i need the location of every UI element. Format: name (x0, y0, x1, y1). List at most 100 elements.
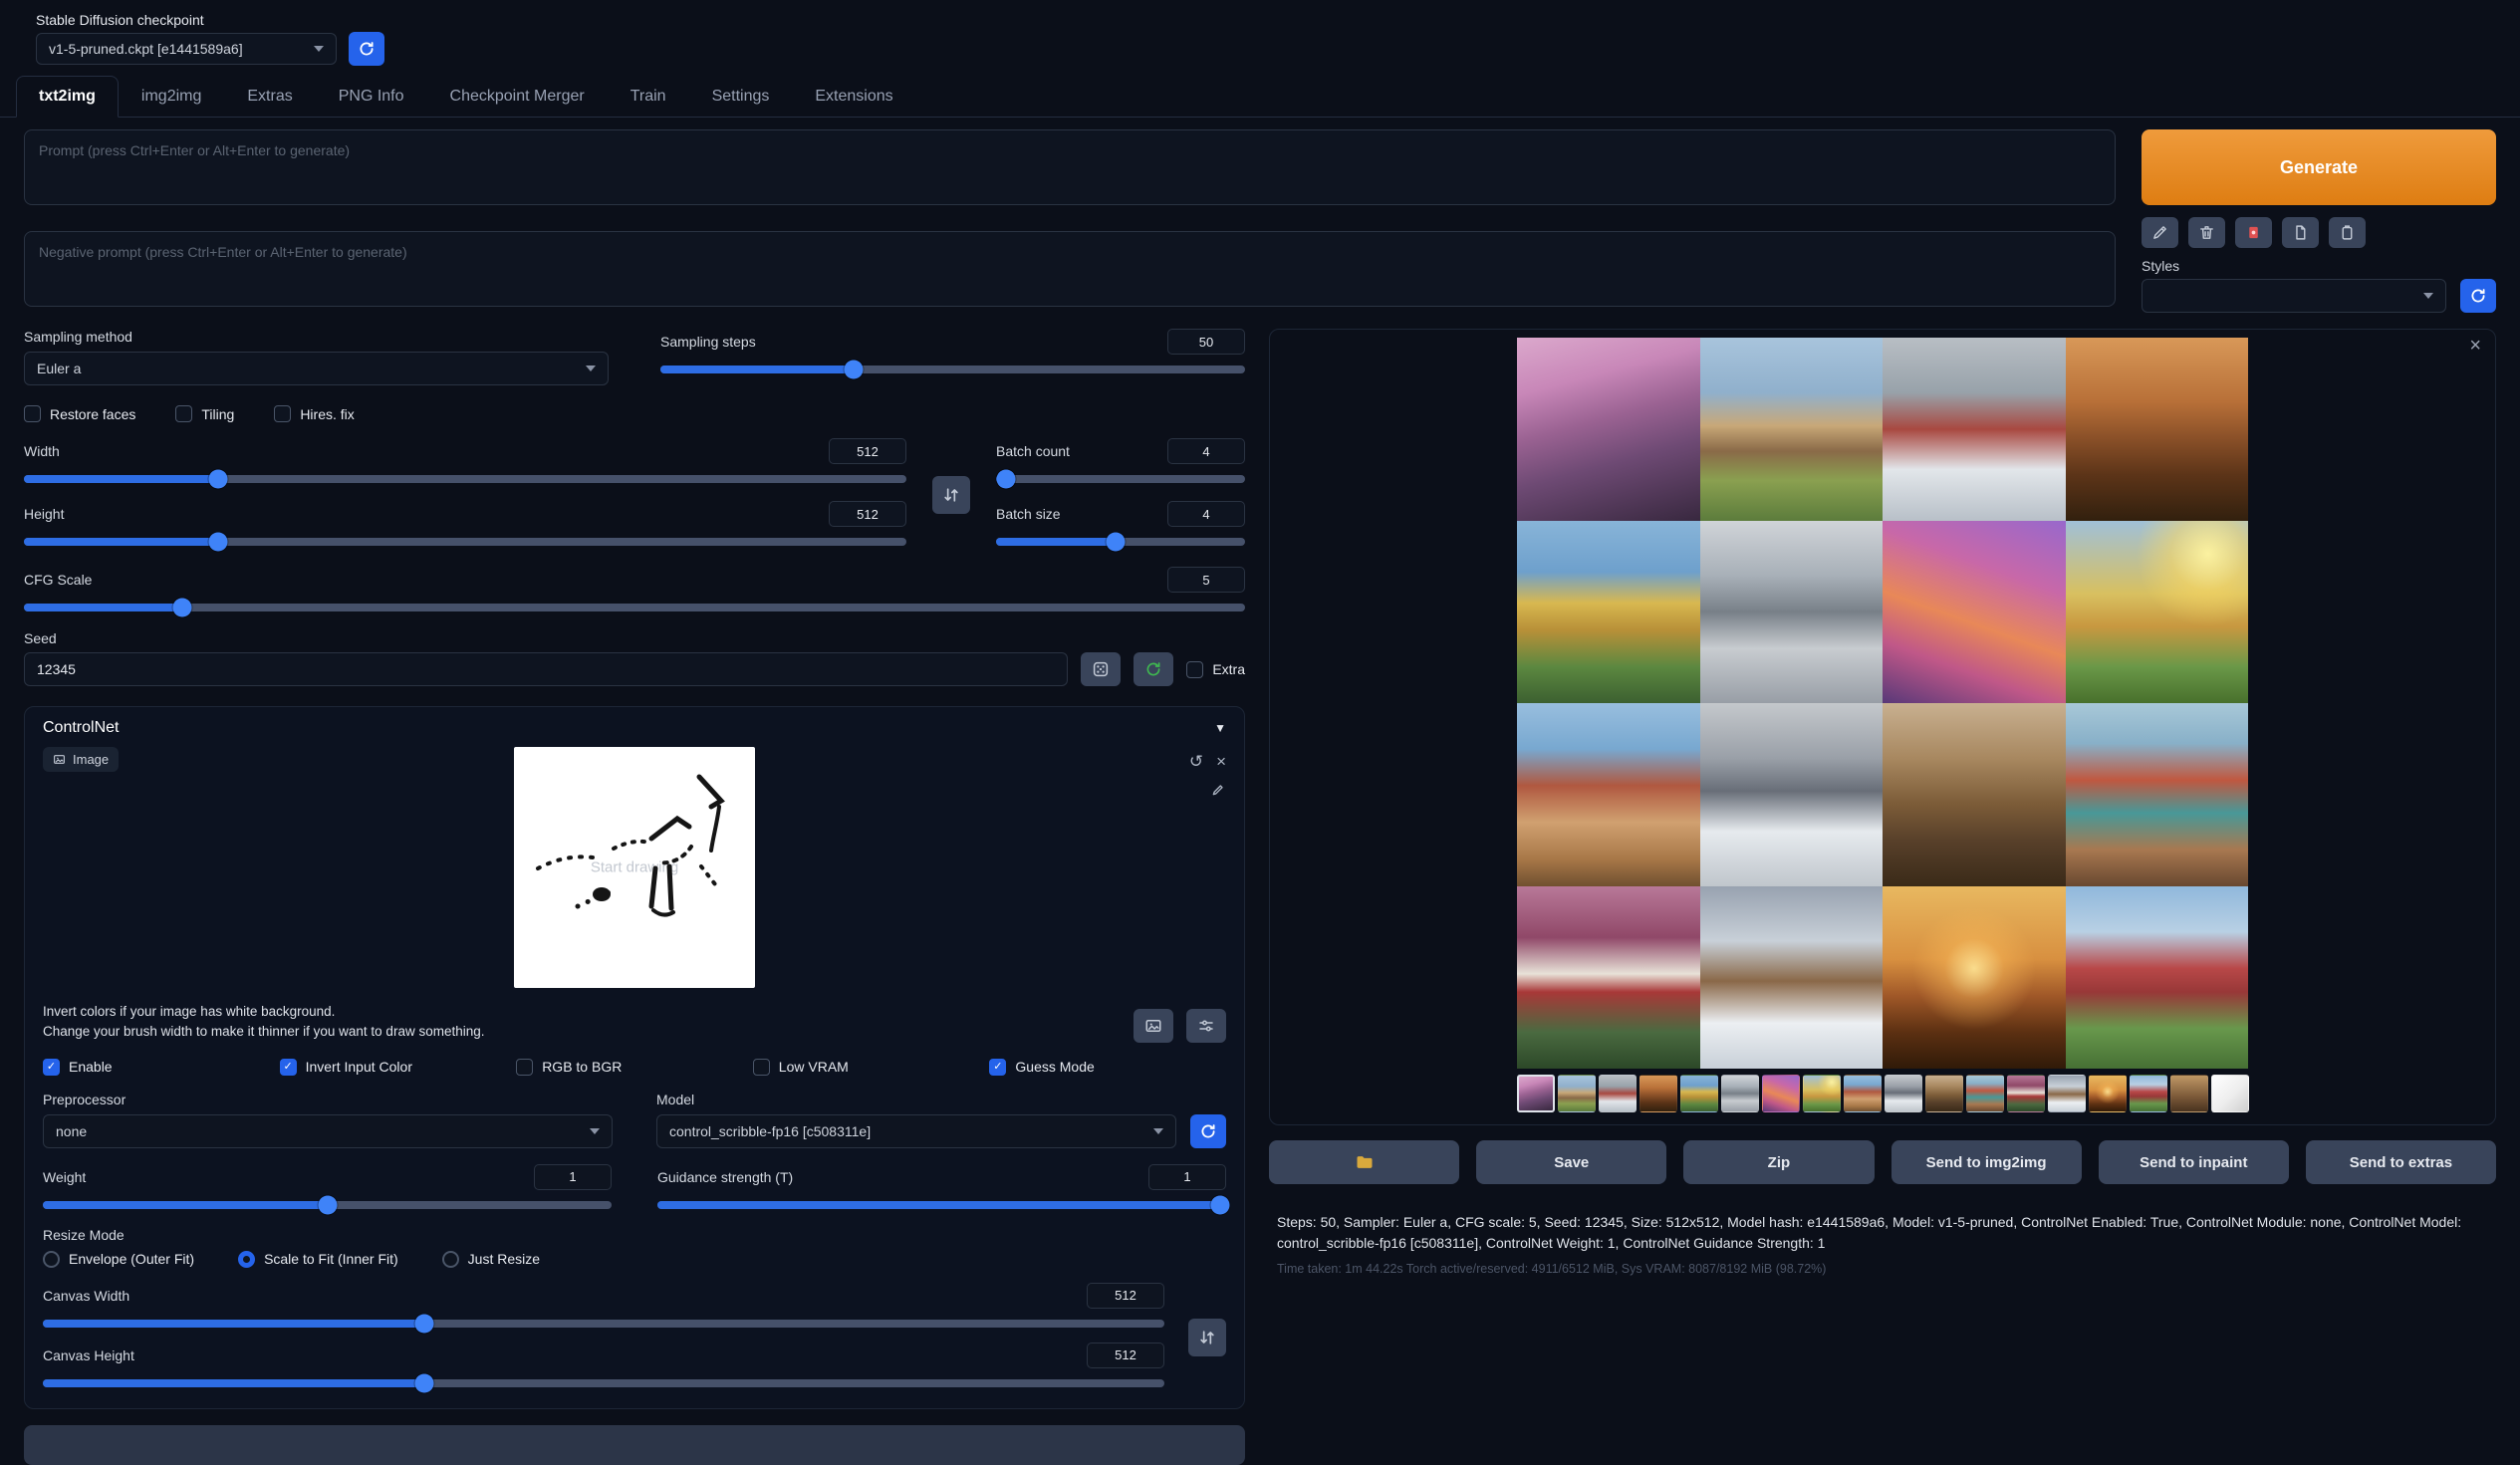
slider-handle[interactable] (208, 470, 227, 489)
negative-prompt-input[interactable] (24, 231, 2116, 307)
gallery-thumbnail[interactable] (1803, 1075, 1841, 1112)
sampling-steps-value[interactable]: 50 (1167, 329, 1245, 355)
gallery-image[interactable] (1517, 338, 1700, 521)
gallery-image[interactable] (1700, 338, 1884, 521)
slider-handle[interactable] (997, 470, 1016, 489)
guess-mode-checkbox[interactable]: ✓ Guess Mode (989, 1059, 1226, 1076)
swap-width-height-button[interactable] (932, 476, 970, 514)
gallery-thumbnail[interactable] (1966, 1075, 2004, 1112)
batch-count-slider[interactable] (996, 470, 1245, 488)
gallery-image[interactable] (1700, 886, 1884, 1070)
width-slider[interactable] (24, 470, 906, 488)
gallery-image[interactable] (1883, 703, 2066, 886)
refresh-checkpoint-button[interactable] (349, 32, 384, 66)
tab-img2img[interactable]: img2img (119, 76, 224, 118)
brush-icon[interactable] (1210, 782, 1226, 798)
checkpoint-dropdown[interactable]: v1-5-pruned.ckpt [e1441589a6] (36, 33, 337, 65)
slider-handle[interactable] (844, 361, 863, 379)
sampling-steps-slider[interactable] (660, 361, 1245, 378)
tab-extensions[interactable]: Extensions (792, 76, 915, 118)
brush-settings-button[interactable] (1186, 1009, 1226, 1043)
canvas-width-slider[interactable] (43, 1315, 1164, 1333)
gallery-image[interactable] (1883, 521, 2066, 704)
gallery-image[interactable] (1517, 521, 1700, 704)
gallery-thumbnail[interactable] (1599, 1075, 1637, 1112)
gallery-thumbnail[interactable] (1885, 1075, 1922, 1112)
gallery-thumbnail[interactable] (2007, 1075, 2045, 1112)
tab-txt2img[interactable]: txt2img (16, 76, 119, 118)
reuse-seed-button[interactable] (1134, 652, 1173, 686)
gallery-thumbnail[interactable] (1517, 1075, 1555, 1112)
extra-networks-button[interactable] (2235, 217, 2272, 248)
gallery-image[interactable] (1517, 703, 1700, 886)
generate-button[interactable]: Generate (2142, 129, 2496, 205)
gallery-thumbnail[interactable] (2130, 1075, 2167, 1112)
gallery-thumbnail[interactable] (1762, 1075, 1800, 1112)
gallery-thumbnail[interactable] (1925, 1075, 1963, 1112)
gallery-thumbnail[interactable] (2170, 1075, 2208, 1112)
styles-dropdown[interactable] (2142, 279, 2446, 313)
controlnet-image-tab[interactable]: Image (43, 747, 119, 772)
controlnet-header[interactable]: ControlNet ▼ (43, 719, 1226, 737)
gallery-thumbnail[interactable] (1844, 1075, 1882, 1112)
gallery-thumbnail[interactable] (1721, 1075, 1759, 1112)
gallery-image[interactable] (1883, 886, 2066, 1070)
refresh-models-button[interactable] (1190, 1114, 1226, 1148)
height-slider[interactable] (24, 533, 906, 551)
gallery-image[interactable] (1883, 338, 2066, 521)
gallery-thumbnail[interactable] (1639, 1075, 1677, 1112)
refresh-styles-button[interactable] (2460, 279, 2496, 313)
clear-prompt-button[interactable] (2188, 217, 2225, 248)
guidance-strength-slider[interactable] (657, 1196, 1226, 1214)
open-folder-button[interactable] (1269, 1140, 1459, 1184)
controlnet-sketch-canvas[interactable]: Start drawing (514, 747, 755, 988)
batch-count-value[interactable]: 4 (1167, 438, 1245, 464)
tab-train[interactable]: Train (608, 76, 689, 118)
extra-seed-checkbox[interactable]: Extra (1186, 661, 1245, 678)
gallery-image[interactable] (1700, 703, 1884, 886)
send-to-extras-button[interactable]: Send to extras (2306, 1140, 2496, 1184)
send-to-img2img-button[interactable]: Send to img2img (1891, 1140, 2082, 1184)
clear-canvas-icon[interactable]: × (1216, 753, 1226, 770)
canvas-height-value[interactable]: 512 (1087, 1343, 1164, 1368)
gallery-image[interactable] (1700, 521, 1884, 704)
slider-handle[interactable] (1211, 1195, 1230, 1214)
collapse-caret-icon[interactable]: ▼ (1214, 721, 1226, 735)
cfg-scale-value[interactable]: 5 (1167, 567, 1245, 593)
tiling-checkbox[interactable]: Tiling (175, 405, 234, 422)
gallery-image[interactable] (2066, 703, 2249, 886)
gallery-thumbnail[interactable] (1558, 1075, 1596, 1112)
gallery-image[interactable] (2066, 521, 2249, 704)
resize-mode-envelope-radio[interactable]: Envelope (Outer Fit) (43, 1251, 194, 1268)
batch-size-slider[interactable] (996, 533, 1245, 551)
resize-mode-just-resize-radio[interactable]: Just Resize (442, 1251, 540, 1268)
paste-params-button[interactable] (2142, 217, 2178, 248)
seed-input[interactable] (24, 652, 1068, 686)
slider-handle[interactable] (414, 1373, 433, 1392)
weight-slider[interactable] (43, 1196, 612, 1214)
gallery-thumbnail[interactable] (2048, 1075, 2086, 1112)
slider-handle[interactable] (1107, 533, 1126, 552)
upload-image-button[interactable] (1134, 1009, 1173, 1043)
controlnet-enable-checkbox[interactable]: ✓ Enable (43, 1059, 280, 1076)
zip-button[interactable]: Zip (1683, 1140, 1874, 1184)
apply-style-button[interactable] (2282, 217, 2319, 248)
send-to-inpaint-button[interactable]: Send to inpaint (2099, 1140, 2289, 1184)
close-gallery-icon[interactable]: × (2469, 336, 2481, 356)
gallery-thumbnail[interactable] (1680, 1075, 1718, 1112)
slider-handle[interactable] (318, 1195, 337, 1214)
slider-handle[interactable] (173, 599, 192, 617)
resize-mode-scale-to-fit-radio[interactable]: Scale to Fit (Inner Fit) (238, 1251, 398, 1268)
tab-checkpoint-merger[interactable]: Checkpoint Merger (427, 76, 608, 118)
slider-handle[interactable] (208, 533, 227, 552)
hires-fix-checkbox[interactable]: Hires. fix (274, 405, 354, 422)
restore-faces-checkbox[interactable]: Restore faces (24, 405, 135, 422)
undo-icon[interactable]: ↺ (1189, 753, 1203, 770)
weight-value[interactable]: 1 (534, 1164, 612, 1190)
gallery-image[interactable] (2066, 886, 2249, 1070)
height-value[interactable]: 512 (829, 501, 906, 527)
swap-canvas-dimensions-button[interactable] (1188, 1319, 1226, 1356)
slider-handle[interactable] (414, 1314, 433, 1333)
prompt-input[interactable] (24, 129, 2116, 205)
tab-settings[interactable]: Settings (689, 76, 793, 118)
